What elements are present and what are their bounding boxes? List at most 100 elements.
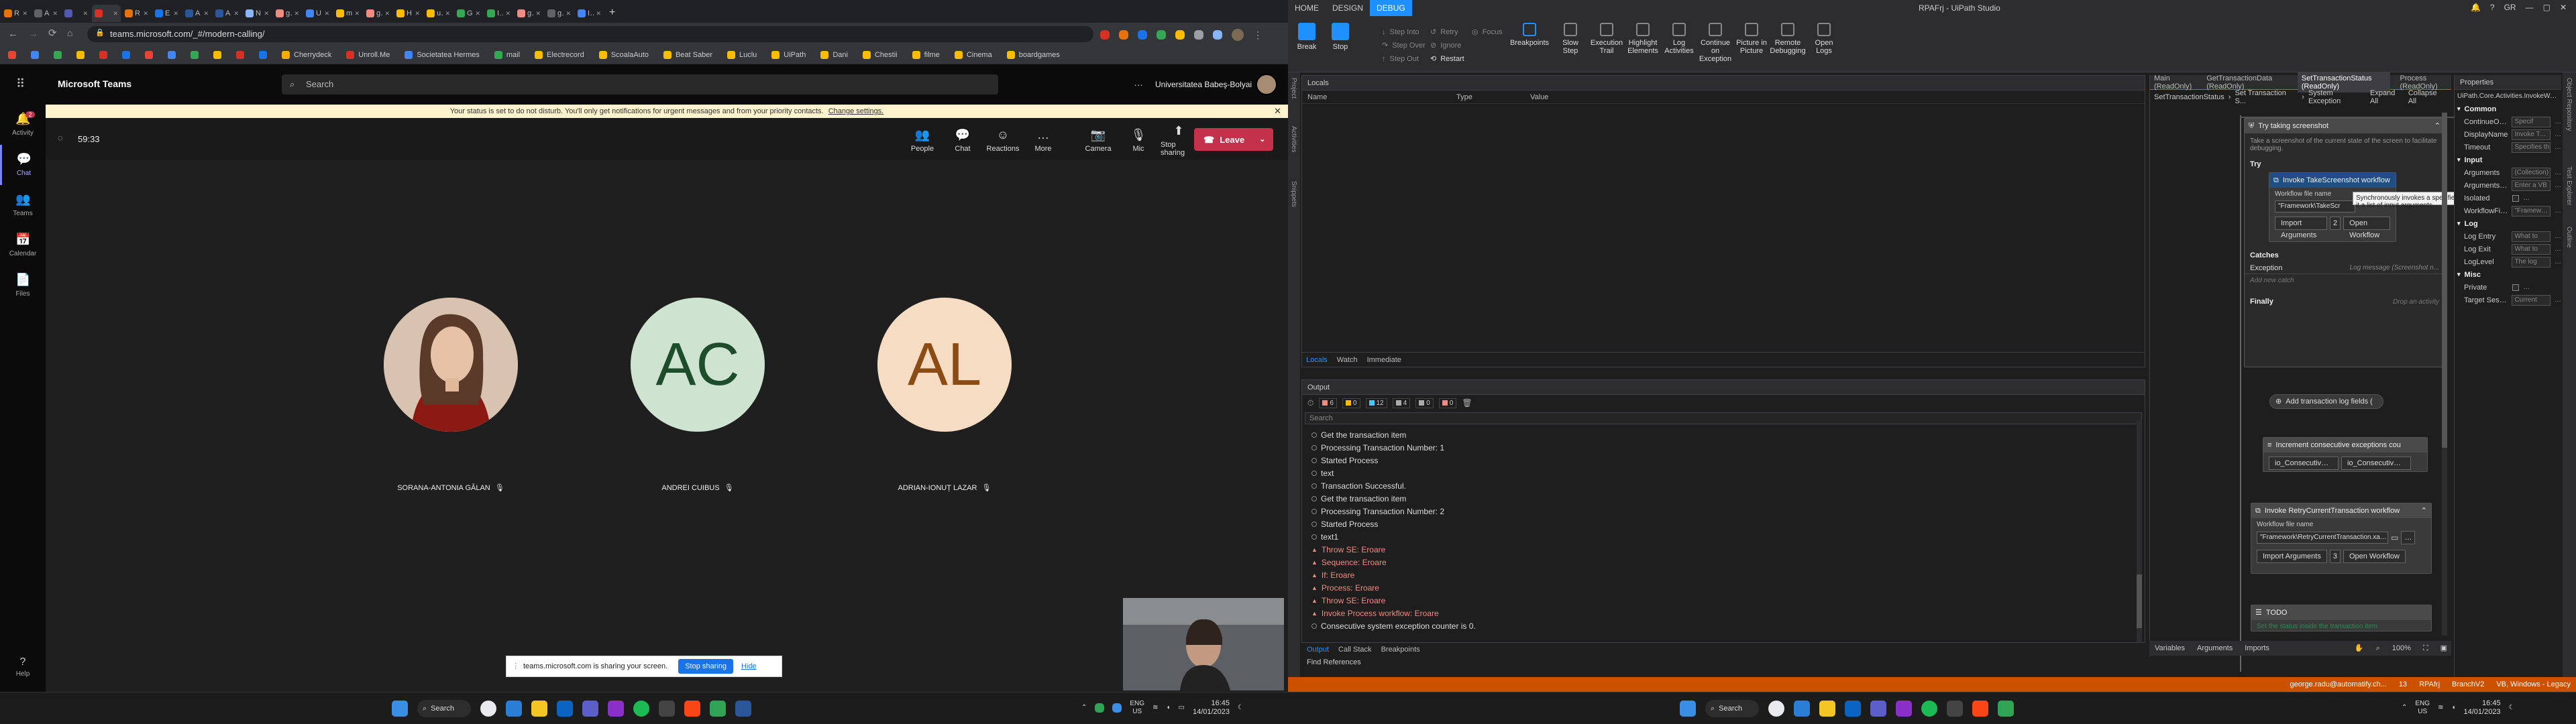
ellipsis-icon[interactable]: … [2523, 194, 2530, 202]
app-icon[interactable] [735, 701, 751, 717]
taskbar-search[interactable]: ⌕ Search [417, 700, 471, 717]
output-line[interactable]: Get the transaction item [1302, 492, 2145, 505]
assign-to-field[interactable]: io_ConsecutiveSys [2269, 457, 2339, 470]
open-workflow-button[interactable]: Open Workflow [2343, 217, 2390, 239]
change-settings-link[interactable]: Change settings. [828, 107, 884, 115]
property-value[interactable]: (Collection) [2512, 167, 2551, 178]
back-icon[interactable]: ← [8, 29, 18, 39]
close-tab-icon[interactable]: ✕ [384, 10, 390, 17]
bookmark-icon[interactable] [99, 50, 107, 59]
browser-tab[interactable]: ✕ [62, 5, 91, 22]
bookmark-item[interactable]: Beat Saber [663, 50, 712, 59]
property-value[interactable]: The log [2512, 256, 2551, 267]
workflow-file-input[interactable]: "Framework\RetryCurrentTransaction.xaml" [2257, 532, 2388, 544]
property-group[interactable]: ▾ Log [2455, 217, 2561, 230]
drag-handle-icon[interactable]: ⋮ [512, 662, 519, 670]
volume-icon[interactable]: ◖ [1166, 705, 1170, 711]
chrome-icon[interactable] [1768, 701, 1784, 717]
try-catch-activity[interactable]: ⛨ Try taking screenshot ⌃ Take a screensho… [2244, 118, 2445, 367]
edge-icon[interactable] [1794, 701, 1810, 717]
help-item[interactable]: ? Help [0, 657, 46, 678]
document-tab[interactable]: GetTransactionData (ReadOnly) [2206, 74, 2288, 90]
ellipsis-button[interactable]: … [2401, 531, 2416, 544]
extension-icon[interactable] [1119, 30, 1128, 40]
browser-tab[interactable]: Inp✕ [575, 5, 604, 22]
document-tab[interactable]: Process (ReadOnly) [2400, 74, 2451, 90]
output-line[interactable]: ▲ If: Eroare [1302, 568, 2145, 581]
col-name[interactable]: Name [1302, 93, 1456, 101]
ellipsis-icon[interactable]: … [2523, 284, 2530, 291]
status-user[interactable]: george.radu@automatify.ch... [2290, 680, 2387, 688]
ellipsis-icon[interactable]: … [2555, 182, 2561, 189]
output-line[interactable]: Transaction Successful. [1302, 479, 2145, 492]
bookmark-item[interactable]: Cherrydeck [282, 50, 331, 59]
tab-output[interactable]: Output [1307, 646, 1329, 654]
outlook-icon[interactable] [557, 701, 573, 717]
close-tab-icon[interactable]: ✕ [596, 10, 601, 17]
outline-tab[interactable]: Outline [2565, 227, 2573, 248]
tab-immediate[interactable]: Immediate [1367, 356, 1401, 364]
home-icon[interactable]: ⌂ [67, 28, 72, 38]
rail-item-calendar[interactable]: 📅 Calendar [0, 225, 46, 265]
browser-tab[interactable]: Emi✕ [152, 5, 181, 22]
meeting-btn-more[interactable]: … More [1025, 129, 1061, 153]
participant-tile[interactable]: AL ADRIAN-IONUȚ LAZAR 🎙 [844, 298, 1045, 492]
property-group[interactable]: ▾ Misc [2455, 268, 2561, 281]
property-group[interactable]: ▾ Input [2455, 154, 2561, 166]
participant-tile[interactable]: AC ANDREI CUIBUS 🎙 [597, 298, 798, 492]
browser-tab[interactable]: me✕ [333, 5, 362, 22]
address-bar[interactable]: 🔒 teams.microsoft.com/_#/modern-calling/ [87, 26, 1093, 42]
collapse-icon[interactable]: ⌃ [2421, 507, 2427, 515]
app-icon[interactable] [710, 701, 726, 717]
close-tab-icon[interactable]: ✕ [505, 10, 511, 17]
col-type[interactable]: Type [1456, 93, 1530, 101]
teams-icon[interactable] [582, 701, 598, 717]
ellipsis-icon[interactable]: … [2555, 258, 2561, 265]
workflow-file-input[interactable]: "Framework\TakeScr [2275, 200, 2355, 213]
property-value[interactable]: "Framework [2512, 205, 2551, 217]
ellipsis-icon[interactable]: … [2555, 143, 2561, 151]
close-tab-icon[interactable]: ✕ [143, 10, 148, 17]
output-filter[interactable]: 0 [1415, 398, 1434, 408]
property-value[interactable]: What to [2512, 231, 2551, 242]
ellipsis-icon[interactable]: … [2555, 131, 2561, 138]
volume-icon[interactable]: ◖ [2451, 705, 2455, 711]
leave-button[interactable]: ☎ Leave ⌄ [1194, 128, 1273, 151]
ribbon-btn-continue-on-exception[interactable]: Continue on Exception [1699, 16, 1731, 63]
output-line[interactable]: Get the transaction item [1302, 428, 2145, 441]
close-tab-icon[interactable]: ✕ [415, 10, 420, 17]
output-line[interactable]: ▲ Throw SE: Eroare [1302, 594, 2145, 607]
output-line[interactable]: text1 [1302, 530, 2145, 543]
bookmark-item[interactable]: Societatea Hermes [405, 50, 480, 59]
app-icon[interactable] [608, 701, 624, 717]
designer-scrollbar[interactable] [2442, 113, 2447, 636]
output-line[interactable]: Consecutive system exception counter is … [1302, 619, 2145, 632]
close-icon[interactable]: ✕ [2560, 3, 2567, 11]
ellipsis-icon[interactable]: … [2555, 169, 2561, 176]
increment-activity[interactable]: ≡ Increment consecutive exceptions cou io… [2263, 437, 2428, 472]
bookmark-item[interactable]: boardgames [1006, 50, 1060, 59]
expand-all-link[interactable]: Expand All [2370, 89, 2404, 105]
tab-call-stack[interactable]: Call Stack [1338, 646, 1372, 654]
close-tab-icon[interactable]: ✕ [52, 10, 58, 17]
document-tab[interactable]: Main (ReadOnly) [2154, 74, 2197, 90]
assign-value-field[interactable]: io_ConsecutiveSys [2341, 457, 2411, 470]
rail-item-teams[interactable]: 👥 Teams [0, 185, 46, 225]
clock[interactable]: 16:45 14/01/2023 [2464, 699, 2501, 717]
close-tab-icon[interactable]: ✕ [83, 10, 88, 17]
property-checkbox[interactable] [2512, 194, 2519, 202]
output-scrollbar[interactable] [2137, 420, 2142, 648]
language[interactable]: ENG [2415, 700, 2430, 708]
tray-icon[interactable] [1112, 703, 1122, 713]
windows-start-icon[interactable] [392, 701, 408, 717]
app-icon[interactable] [1947, 701, 1963, 717]
property-group[interactable]: ▾ Common [2455, 103, 2561, 115]
zoom-icon[interactable]: ⌕ [2376, 644, 2380, 652]
breadcrumb-item[interactable]: SetTransactionStatus [2154, 93, 2224, 101]
sidebar-icon[interactable] [1213, 30, 1222, 40]
bookmark-icon[interactable] [259, 50, 267, 59]
chevron-down-icon[interactable]: ⌄ [1259, 135, 1265, 143]
folder-icon[interactable]: ▭ [2391, 534, 2398, 542]
pan-icon[interactable]: ✋ [2355, 644, 2364, 652]
bookmark-icon[interactable] [31, 50, 39, 59]
